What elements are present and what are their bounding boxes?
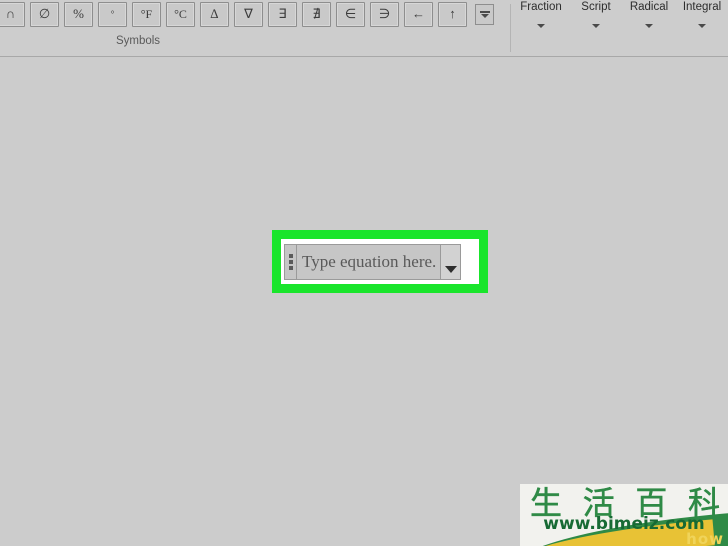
symbol-button-increment-delta[interactable]: ∆	[200, 1, 229, 27]
chevron-down-icon[interactable]	[645, 24, 653, 28]
ribbon-group-structures: Fraction Script Radical Integral O	[511, 0, 728, 56]
symbol-button-degree-celsius[interactable]: °C	[166, 1, 195, 27]
structures-button-radical[interactable]: Radical	[621, 0, 677, 33]
menu-bar-icon	[479, 10, 490, 13]
symbol-button-leftwards-arrow[interactable]: ←	[404, 1, 433, 27]
structures-button-integral[interactable]: Integral	[675, 0, 728, 33]
handle-dot	[288, 253, 293, 258]
handle-dot	[288, 265, 293, 270]
ribbon-group-symbols: ∩ ∅ % ° °F °C ∆ ∇ ∃ ∄ ∈ ∋ ← ↑ Symbols	[0, 0, 510, 56]
chevron-down-icon[interactable]	[537, 24, 545, 28]
chevron-down-icon	[444, 265, 457, 273]
structures-button-fraction[interactable]: Fraction	[511, 0, 571, 33]
ribbon: ∩ ∅ % ° °F °C ∆ ∇ ∃ ∄ ∈ ∋ ← ↑ Symbols Fr…	[0, 0, 728, 57]
watermark-sub-text: how	[686, 530, 724, 546]
structures-label-integral: Integral	[682, 1, 722, 13]
symbol-button-degree[interactable]: °	[98, 1, 127, 27]
equation-input[interactable]: Type equation here.	[296, 243, 442, 280]
symbol-button-there-exists[interactable]: ∃	[268, 1, 297, 27]
ribbon-group-label-symbols: Symbols	[115, 35, 161, 47]
symbols-more-dropdown-button[interactable]	[475, 3, 494, 25]
equation-drag-handle-icon[interactable]	[284, 243, 296, 280]
symbol-button-there-does-not-exist[interactable]: ∄	[302, 1, 331, 27]
equation-placeholder-highlight: Type equation here.	[272, 230, 488, 293]
structures-label-fraction: Fraction	[520, 1, 562, 13]
symbol-button-degree-fahrenheit[interactable]: °F	[132, 1, 161, 27]
structures-label-script: Script	[581, 1, 611, 13]
symbol-button-nabla[interactable]: ∇	[234, 1, 263, 27]
chevron-down-icon[interactable]	[592, 24, 600, 28]
watermark: 生 活 百 科 how www.bimeiz.com	[520, 484, 728, 546]
chevron-down-icon	[480, 13, 489, 18]
document-canvas[interactable]: Type equation here.	[0, 58, 728, 546]
symbol-button-intersection[interactable]: ∩	[0, 1, 25, 27]
symbols-gallery[interactable]: ∩ ∅ % ° °F °C ∆ ∇ ∃ ∄ ∈ ∋ ← ↑	[0, 1, 494, 27]
handle-dot	[288, 259, 293, 264]
symbol-button-percent[interactable]: %	[64, 1, 93, 27]
chevron-down-icon[interactable]	[698, 24, 706, 28]
structures-button-script[interactable]: Script	[571, 0, 621, 33]
equation-field[interactable]: Type equation here.	[284, 243, 462, 280]
symbol-button-empty-set[interactable]: ∅	[30, 1, 59, 27]
structures-label-radical: Radical	[629, 1, 669, 13]
symbol-button-upwards-arrow[interactable]: ↑	[438, 1, 467, 27]
symbol-button-element-of[interactable]: ∈	[336, 1, 365, 27]
equation-options-dropdown-button[interactable]	[441, 243, 462, 280]
equation-placeholder-surface: Type equation here.	[281, 239, 479, 284]
symbol-button-contains-as-member[interactable]: ∋	[370, 1, 399, 27]
